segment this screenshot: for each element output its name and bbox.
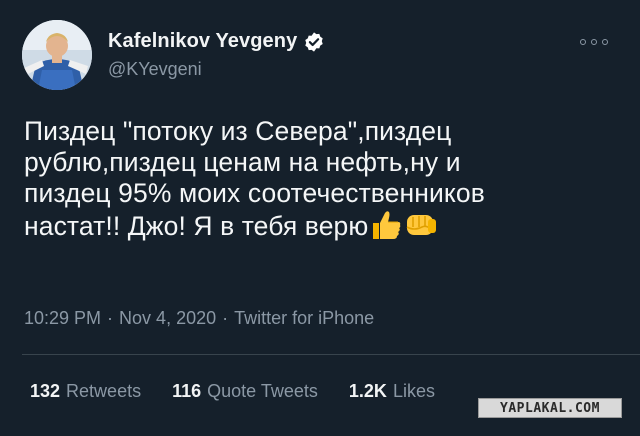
tweet-source[interactable]: Twitter for iPhone: [234, 308, 374, 328]
quote-tweets-label: Quote Tweets: [207, 381, 318, 401]
retweets-stat[interactable]: 132 Retweets: [30, 381, 141, 402]
tweet-stats: 132 Retweets 116 Quote Tweets 1.2K Likes: [30, 381, 461, 402]
tweet-text: Пиздец "потоку из Севера",пиздец рублю,п…: [24, 116, 624, 242]
tweet-text-line-content: настат!! Джо! Я в тебя верю: [24, 211, 369, 241]
tweet-text-line: рублю,пиздец ценам на нефть,ну и: [24, 147, 461, 177]
retweets-count: 132: [30, 381, 61, 401]
more-dot: [580, 39, 586, 45]
meta-separator: ·: [107, 308, 114, 328]
tweet-time[interactable]: 10:29 PM: [24, 308, 101, 328]
tweet-text-line: Пиздец "потоку из Севера",пиздец: [24, 116, 452, 146]
tweet-text-line-last: настат!! Джо! Я в тебя верю: [24, 209, 624, 242]
watermark: YAPLAKAL.COM: [478, 398, 622, 418]
likes-label: Likes: [392, 381, 435, 401]
avatar-image: [22, 20, 92, 90]
display-name-row: Kafelnikov Yevgeny: [108, 30, 325, 53]
fist-emoji-icon: [404, 209, 438, 241]
tweet-date[interactable]: Nov 4, 2020: [119, 308, 216, 328]
likes-stat[interactable]: 1.2K Likes: [349, 381, 435, 402]
verified-badge-icon: [303, 31, 325, 53]
more-dot: [591, 39, 597, 45]
tweet-meta: 10:29 PM · Nov 4, 2020 · Twitter for iPhone: [24, 308, 374, 329]
tweet-header: Kafelnikov Yevgeny @KYevgeni: [22, 20, 622, 92]
meta-separator: ·: [222, 308, 229, 328]
quote-tweets-stat[interactable]: 116 Quote Tweets: [172, 381, 318, 402]
more-options-icon[interactable]: [580, 36, 608, 48]
more-dot: [602, 39, 608, 45]
likes-count: 1.2K: [348, 381, 387, 401]
display-name[interactable]: Kafelnikov Yevgeny: [108, 30, 297, 53]
divider: [22, 354, 640, 355]
retweets-label: Retweets: [66, 381, 142, 401]
author-names: Kafelnikov Yevgeny @KYevgeni: [108, 30, 325, 80]
author-handle[interactable]: @KYevgeni: [108, 59, 325, 80]
tweet-text-line: пиздец 95% моих соотечественников: [24, 178, 485, 208]
thumbs-up-emoji-icon: [369, 209, 403, 241]
avatar[interactable]: [22, 20, 92, 90]
tweet-card: Kafelnikov Yevgeny @KYevgeni Пиздец "пот…: [0, 0, 640, 436]
quote-tweets-count: 116: [172, 381, 202, 401]
